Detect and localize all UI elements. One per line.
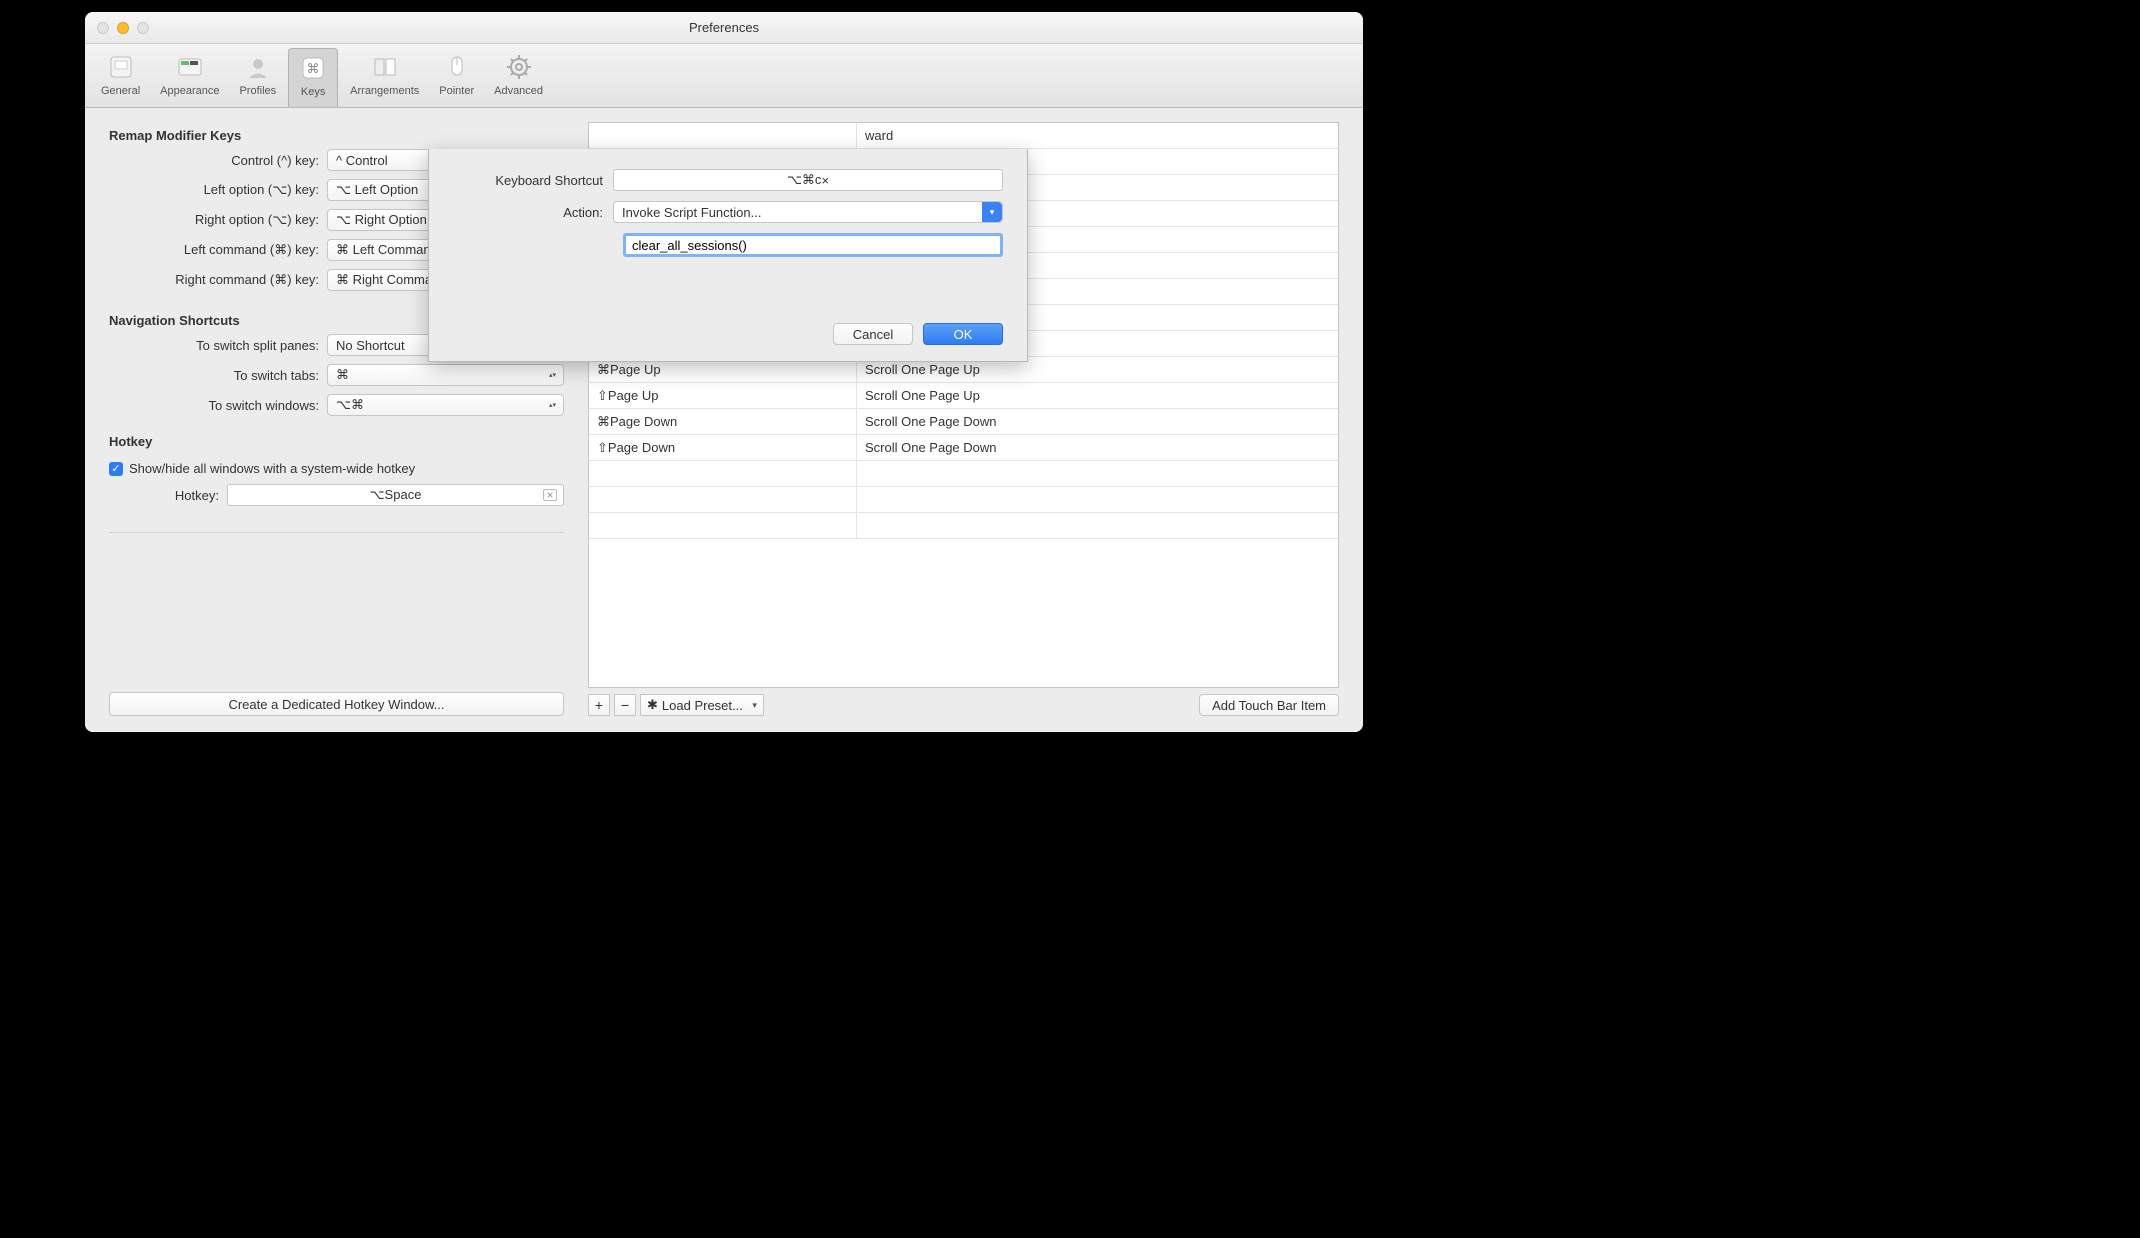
- modal-shortcut-row: Keyboard Shortcut ⌥⌘c ×: [453, 169, 1003, 191]
- shortcut-field[interactable]: ⌥⌘c ×: [613, 169, 1003, 191]
- nav-windows-select[interactable]: ⌥⌘▴▾: [327, 394, 564, 416]
- general-icon: [105, 51, 137, 83]
- modal-buttons: Cancel OK: [453, 323, 1003, 345]
- cancel-button[interactable]: Cancel: [833, 323, 913, 345]
- ok-button[interactable]: OK: [923, 323, 1003, 345]
- edit-key-mapping-sheet: Keyboard Shortcut ⌥⌘c × Action: Invoke S…: [428, 149, 1028, 362]
- profiles-icon: [242, 51, 274, 83]
- table-row[interactable]: ⇧Page UpScroll One Page Up: [589, 383, 1338, 409]
- hotkey-checkbox[interactable]: ✓: [109, 462, 123, 476]
- hotkey-checkbox-row[interactable]: ✓ Show/hide all windows with a system-wi…: [109, 461, 564, 476]
- gear-icon: [503, 51, 535, 83]
- add-mapping-button[interactable]: +: [588, 694, 610, 716]
- load-preset-button[interactable]: ✱ Load Preset... ▾: [640, 694, 764, 716]
- hotkey-row: Hotkey: ⌥Space ×: [109, 484, 564, 506]
- tab-general[interactable]: General: [93, 48, 148, 107]
- cell-action: Scroll One Page Down: [857, 414, 1338, 429]
- hotkey-checkbox-label: Show/hide all windows with a system-wide…: [129, 461, 415, 476]
- arrangements-icon: [369, 51, 401, 83]
- window-title: Preferences: [85, 20, 1363, 35]
- cell-shortcut: [589, 461, 857, 486]
- tab-appearance[interactable]: Appearance: [152, 48, 227, 107]
- nav-windows: To switch windows: ⌥⌘▴▾: [109, 394, 564, 416]
- table-row[interactable]: ward: [589, 123, 1338, 149]
- cell-shortcut: ⌘Page Down: [589, 409, 857, 434]
- titlebar: Preferences: [85, 12, 1363, 44]
- hotkey-field[interactable]: ⌥Space ×: [227, 484, 564, 506]
- tab-pointer[interactable]: Pointer: [431, 48, 482, 107]
- clear-icon[interactable]: ×: [821, 173, 829, 188]
- table-row[interactable]: [589, 513, 1338, 539]
- nav-tabs-select[interactable]: ⌘▴▾: [327, 364, 564, 386]
- chevron-down-icon: ▾: [752, 700, 757, 711]
- remove-mapping-button[interactable]: −: [614, 694, 636, 716]
- tab-arrangements[interactable]: Arrangements: [342, 48, 427, 107]
- remap-title: Remap Modifier Keys: [109, 128, 564, 143]
- add-touchbar-button[interactable]: Add Touch Bar Item: [1199, 694, 1339, 716]
- create-hotkey-window-button[interactable]: Create a Dedicated Hotkey Window...: [109, 692, 564, 716]
- cell-action: ward: [857, 128, 1338, 143]
- modal-action-row: Action: Invoke Script Function... ▾: [453, 201, 1003, 223]
- table-row[interactable]: ⌘Page DownScroll One Page Down: [589, 409, 1338, 435]
- cell-action: Scroll One Page Up: [857, 362, 1338, 377]
- toolbar: General Appearance Profiles ⌘ Keys Arran…: [85, 44, 1363, 108]
- appearance-icon: [174, 51, 206, 83]
- table-row[interactable]: [589, 487, 1338, 513]
- tab-advanced[interactable]: Advanced: [486, 48, 551, 107]
- clear-icon[interactable]: ×: [543, 489, 557, 501]
- table-row[interactable]: ⇧Page DownScroll One Page Down: [589, 435, 1338, 461]
- tab-profiles[interactable]: Profiles: [231, 48, 284, 107]
- keys-icon: ⌘: [297, 52, 329, 84]
- svg-text:⌘: ⌘: [307, 61, 320, 76]
- preferences-window: Preferences General Appearance Profiles …: [85, 12, 1363, 732]
- stepper-icon: ▴▾: [549, 403, 559, 408]
- cell-shortcut: ⇧Page Up: [589, 383, 857, 408]
- cell-shortcut: [589, 487, 857, 512]
- cell-shortcut: [589, 123, 857, 148]
- hotkey-title: Hotkey: [109, 434, 564, 449]
- tab-keys[interactable]: ⌘ Keys: [288, 48, 338, 107]
- pointer-icon: [441, 51, 473, 83]
- table-row[interactable]: [589, 461, 1338, 487]
- table-footer: + − ✱ Load Preset... ▾ Add Touch Bar Ite…: [588, 694, 1339, 716]
- cell-action: Scroll One Page Down: [857, 440, 1338, 455]
- action-select[interactable]: Invoke Script Function... ▾: [613, 201, 1003, 223]
- cell-shortcut: ⇧Page Down: [589, 435, 857, 460]
- stepper-icon: ▴▾: [549, 373, 559, 378]
- gear-icon: ✱: [647, 697, 658, 713]
- script-input[interactable]: [623, 233, 1003, 257]
- nav-tabs: To switch tabs: ⌘▴▾: [109, 364, 564, 386]
- dropdown-cap-icon: ▾: [982, 202, 1002, 222]
- cell-action: Scroll One Page Up: [857, 388, 1338, 403]
- cell-shortcut: [589, 513, 857, 538]
